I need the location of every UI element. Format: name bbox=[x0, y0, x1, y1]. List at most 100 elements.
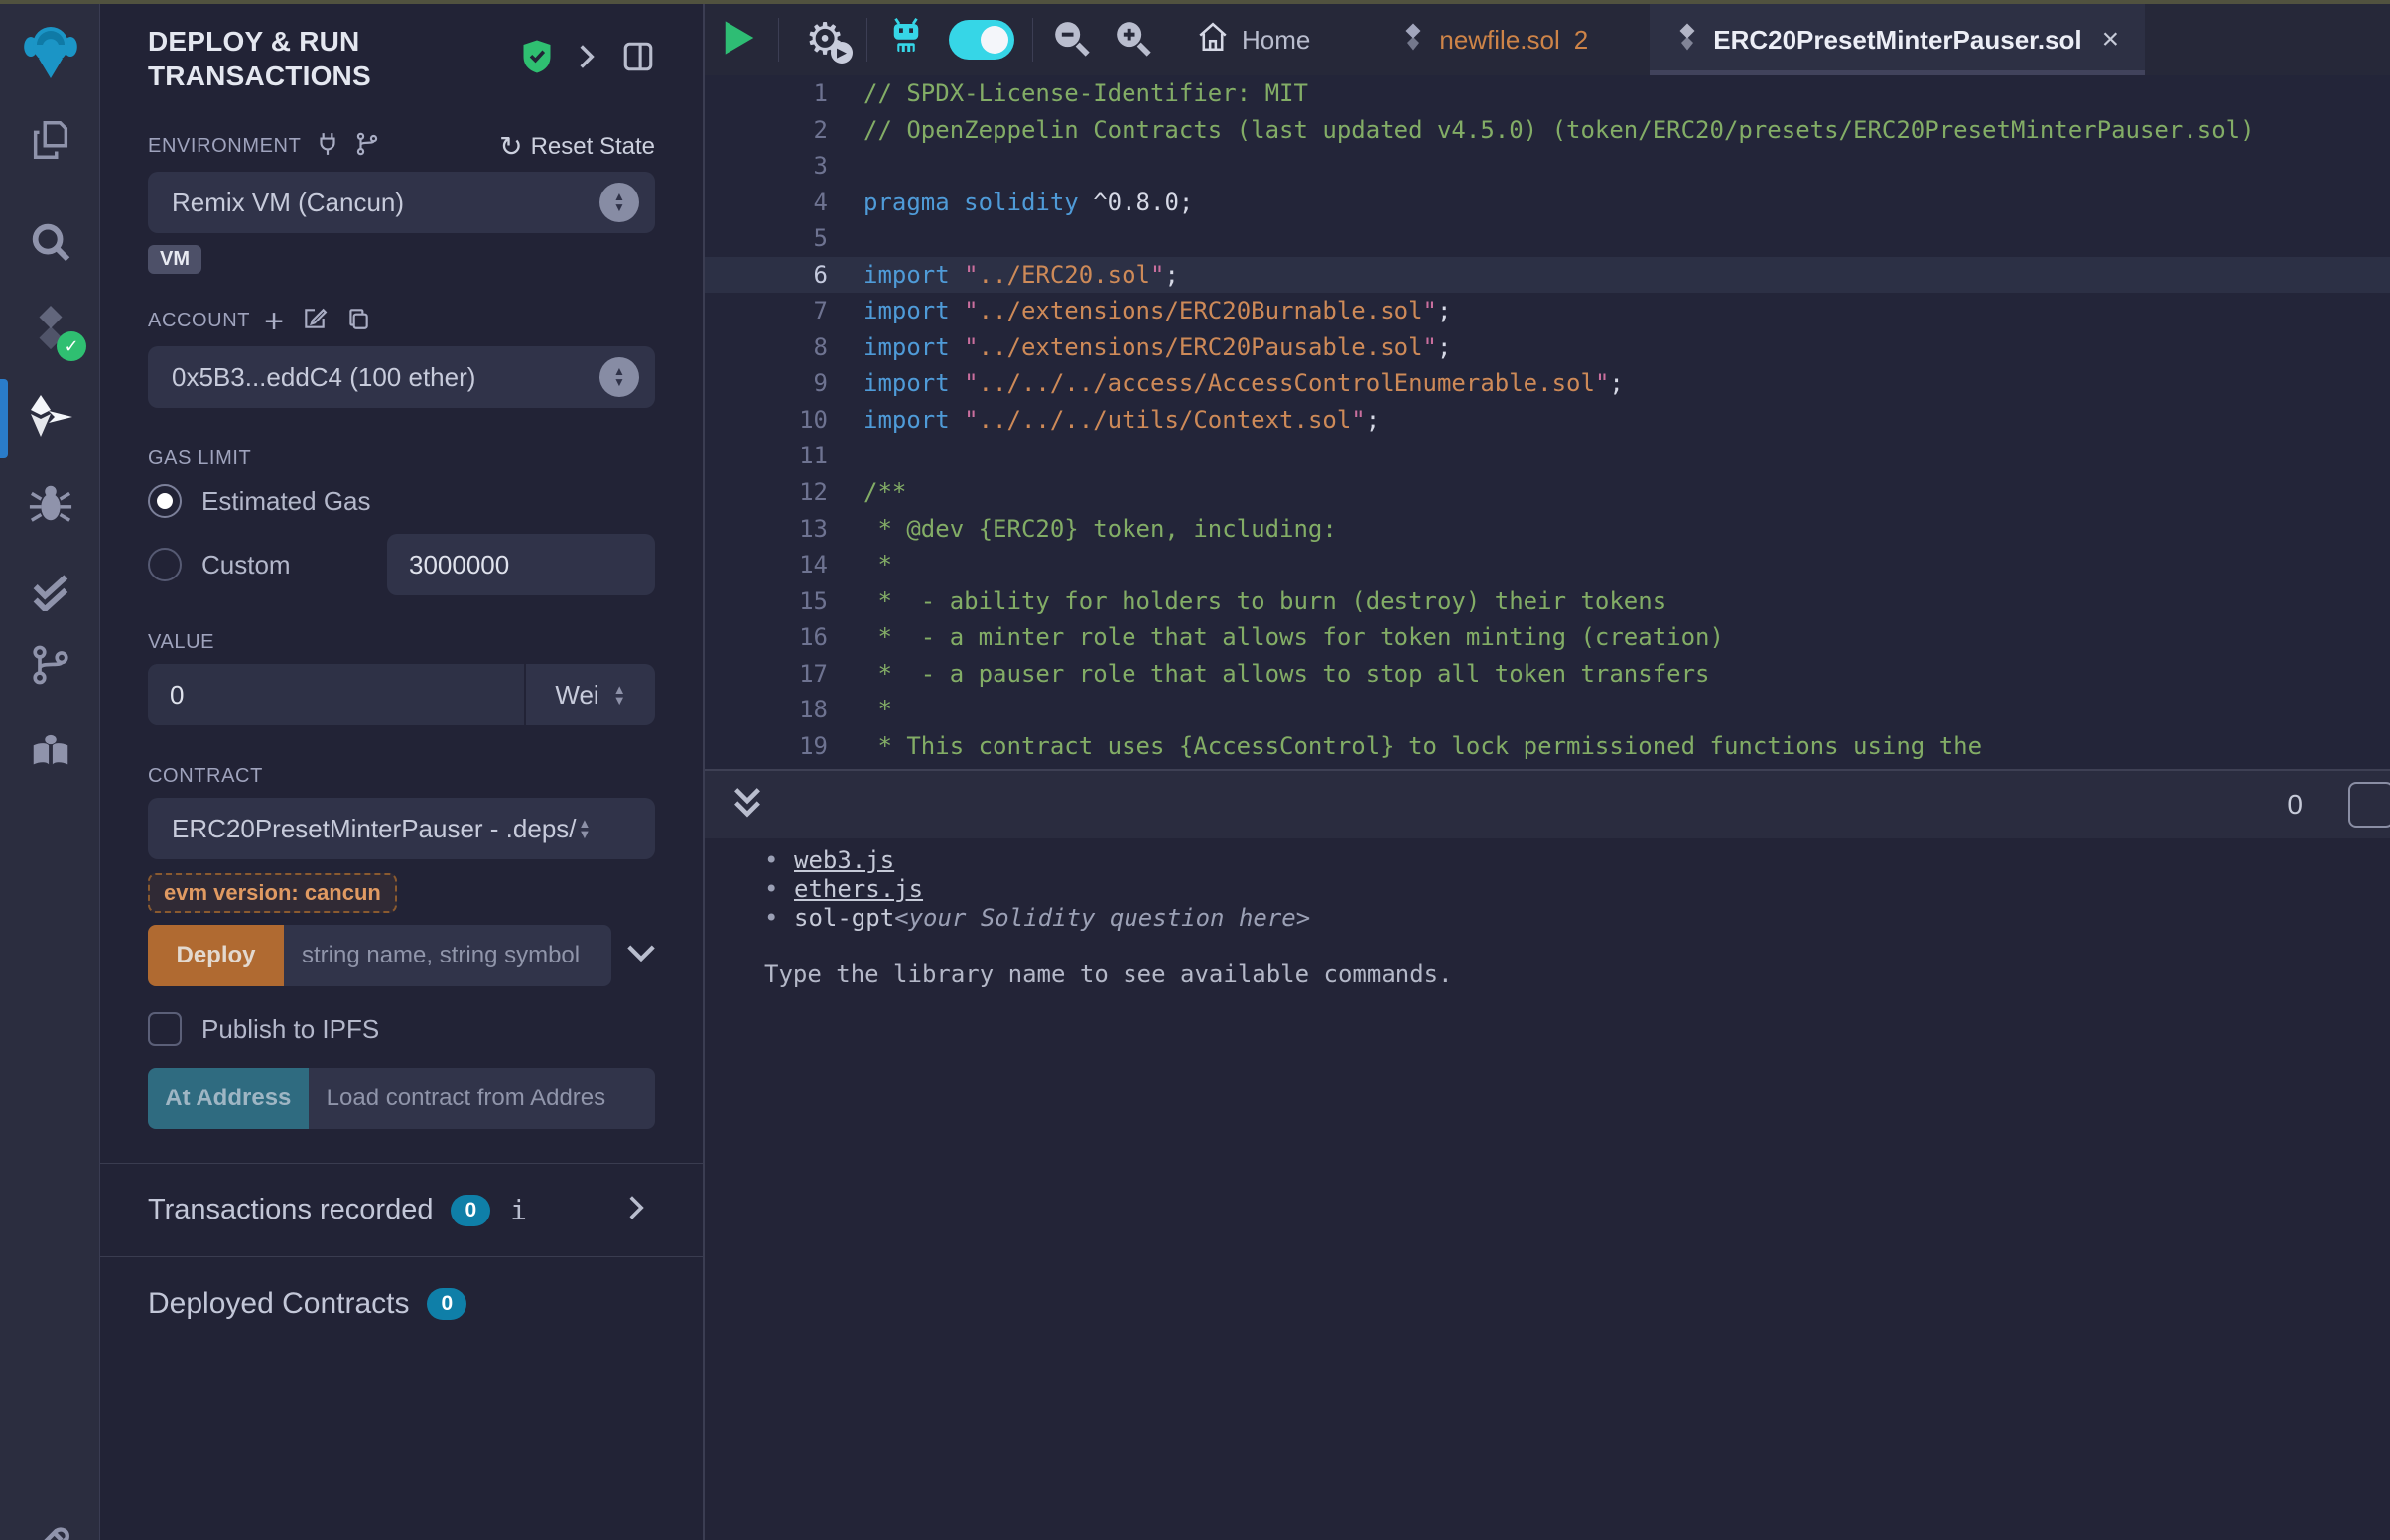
code-line-12[interactable]: 12/** bbox=[705, 474, 2390, 511]
custom-gas-radio[interactable] bbox=[148, 548, 182, 581]
terminal-line: • ethers.js bbox=[764, 875, 2390, 904]
collapse-terminal-chevrons-icon[interactable] bbox=[730, 784, 764, 827]
publish-ipfs-checkbox[interactable] bbox=[148, 1012, 182, 1046]
evm-version-badge: evm version: cancun bbox=[148, 873, 397, 913]
code-line-5[interactable]: 5 bbox=[705, 220, 2390, 257]
pin-panel-chevron-icon[interactable] bbox=[578, 43, 596, 75]
unit-testing-icon[interactable] bbox=[0, 554, 100, 623]
code-line-8[interactable]: 8import "../extensions/ERC20Pausable.sol… bbox=[705, 329, 2390, 366]
deploy-and-run-icon[interactable] bbox=[0, 382, 100, 451]
panel-title: DEPLOY & RUN TRANSACTIONS bbox=[148, 24, 371, 93]
vm-badge: VM bbox=[148, 245, 201, 274]
code-line-7[interactable]: 7import "../extensions/ERC20Burnable.sol… bbox=[705, 293, 2390, 329]
code-line-17[interactable]: 17 * - a pauser role that allows to stop… bbox=[705, 656, 2390, 693]
code-line-10[interactable]: 10import "../../../utils/Context.sol"; bbox=[705, 402, 2390, 439]
terminal-line: • web3.js bbox=[764, 846, 2390, 875]
code-line-11[interactable]: 11 bbox=[705, 438, 2390, 474]
code-line-4[interactable]: 4pragma solidity ^0.8.0; bbox=[705, 185, 2390, 221]
code-line-2[interactable]: 2// OpenZeppelin Contracts (last updated… bbox=[705, 112, 2390, 149]
ethersjs-link[interactable]: ethers.js bbox=[794, 875, 923, 904]
deploy-run-panel: DEPLOY & RUN TRANSACTIONS ENVIRONMENT bbox=[100, 4, 705, 1540]
expand-constructor-chevron-icon[interactable] bbox=[627, 945, 655, 967]
tab-newfile[interactable]: newfile.sol 2 bbox=[1376, 4, 1614, 75]
code-line-15[interactable]: 15 * - ability for holders to burn (dest… bbox=[705, 583, 2390, 620]
info-icon[interactable]: i bbox=[510, 1194, 527, 1226]
run-script-icon[interactable] bbox=[723, 19, 756, 62]
debugger-icon[interactable] bbox=[0, 468, 100, 538]
tab-erc20presetminterpauser[interactable]: ERC20PresetMinterPauser.sol × bbox=[1650, 4, 2145, 75]
at-address-button[interactable]: At Address bbox=[148, 1068, 309, 1129]
account-label: ACCOUNT bbox=[148, 310, 250, 332]
contract-label: CONTRACT bbox=[148, 765, 263, 788]
code-line-14[interactable]: 14 * bbox=[705, 547, 2390, 583]
terminal-line: • sol-gpt <your Solidity question here> bbox=[764, 904, 2390, 933]
plugin-manager-icon[interactable] bbox=[0, 716, 100, 786]
code-line-18[interactable]: 18 * bbox=[705, 692, 2390, 728]
line-number: 20 bbox=[705, 764, 828, 769]
sign-message-icon[interactable] bbox=[302, 306, 328, 336]
code-line-19[interactable]: 19 * This contract uses {AccessControl} … bbox=[705, 728, 2390, 765]
account-select[interactable]: 0x5B3...eddC4 (100 ether) ▲▼ bbox=[148, 346, 655, 408]
environment-select[interactable]: Remix VM (Cancun) ▲▼ bbox=[148, 172, 655, 233]
terminal-search-box[interactable] bbox=[2348, 782, 2390, 828]
sol-gpt-command: sol-gpt bbox=[794, 904, 894, 933]
estimated-gas-radio[interactable] bbox=[148, 484, 182, 518]
line-number: 13 bbox=[705, 511, 828, 548]
at-address-input[interactable] bbox=[309, 1068, 655, 1129]
transactions-recorded-row[interactable]: Transactions recorded 0 i bbox=[148, 1164, 655, 1256]
plug-environment-icon[interactable] bbox=[315, 131, 340, 162]
remix-logo-icon[interactable] bbox=[0, 18, 100, 87]
line-content: * bbox=[828, 692, 892, 728]
web3js-link[interactable]: web3.js bbox=[794, 846, 894, 875]
line-content: /** bbox=[828, 474, 906, 511]
line-number: 8 bbox=[705, 329, 828, 366]
zoom-in-icon[interactable] bbox=[1113, 18, 1152, 63]
copilot-toggle[interactable] bbox=[949, 20, 1014, 60]
search-icon[interactable] bbox=[0, 207, 100, 277]
code-line-20[interactable]: 20 * different roles - head to its docum… bbox=[705, 764, 2390, 769]
line-number: 2 bbox=[705, 112, 828, 149]
add-account-icon[interactable]: + bbox=[264, 310, 284, 333]
expand-transactions-chevron-icon[interactable] bbox=[627, 1194, 645, 1226]
terminal-toolbar: 0 bbox=[705, 769, 2390, 838]
solidity-compiler-icon[interactable]: ✓ bbox=[0, 294, 100, 363]
plug-icon[interactable] bbox=[0, 1507, 100, 1540]
line-number: 7 bbox=[705, 293, 828, 329]
line-content: import "../ERC20.sol"; bbox=[828, 257, 1179, 294]
code-line-16[interactable]: 16 * - a minter role that allows for tok… bbox=[705, 619, 2390, 656]
code-line-9[interactable]: 9import "../../../access/AccessControlEn… bbox=[705, 365, 2390, 402]
git-icon[interactable] bbox=[0, 630, 100, 700]
value-input[interactable] bbox=[148, 664, 524, 725]
editor-tabbar: ⚙▶ bbox=[705, 4, 2390, 75]
line-number: 16 bbox=[705, 619, 828, 656]
transactions-recorded-label: Transactions recorded bbox=[148, 1194, 433, 1226]
zoom-out-icon[interactable] bbox=[1051, 18, 1091, 63]
bullet: • bbox=[764, 875, 794, 904]
line-content bbox=[828, 148, 863, 185]
fork-environment-icon[interactable] bbox=[354, 131, 380, 162]
code-line-13[interactable]: 13 * @dev {ERC20} token, including: bbox=[705, 511, 2390, 548]
tab-home[interactable]: Home bbox=[1170, 4, 1336, 75]
code-line-3[interactable]: 3 bbox=[705, 148, 2390, 185]
code-line-1[interactable]: 1// SPDX-License-Identifier: MIT bbox=[705, 75, 2390, 112]
code-editor[interactable]: 1// SPDX-License-Identifier: MIT2// Open… bbox=[705, 75, 2390, 769]
reset-state-button[interactable]: ↻ Reset State bbox=[499, 133, 655, 161]
custom-gas-input[interactable] bbox=[387, 534, 655, 595]
script-config-gear-icon[interactable]: ⚙▶ bbox=[801, 16, 849, 64]
environment-label: ENVIRONMENT bbox=[148, 135, 301, 158]
deploy-button[interactable]: Deploy bbox=[148, 925, 284, 986]
line-number: 10 bbox=[705, 402, 828, 439]
split-view-icon[interactable] bbox=[621, 40, 655, 78]
close-tab-icon[interactable]: × bbox=[2102, 23, 2120, 57]
file-explorer-icon[interactable] bbox=[0, 105, 100, 175]
line-number: 12 bbox=[705, 474, 828, 511]
code-line-6[interactable]: 6import "../ERC20.sol"; bbox=[705, 257, 2390, 294]
line-content: * different roles - head to its document… bbox=[828, 764, 1710, 769]
value-unit-select[interactable]: Wei ▲▼ bbox=[524, 664, 655, 725]
bullet: • bbox=[764, 904, 794, 933]
line-content: import "../extensions/ERC20Burnable.sol"… bbox=[828, 293, 1451, 329]
line-number: 4 bbox=[705, 185, 828, 221]
constructor-args-input[interactable] bbox=[284, 925, 611, 986]
copy-account-icon[interactable] bbox=[345, 306, 371, 336]
contract-select[interactable]: ERC20PresetMinterPauser - .deps/ ▲▼ bbox=[148, 798, 655, 859]
